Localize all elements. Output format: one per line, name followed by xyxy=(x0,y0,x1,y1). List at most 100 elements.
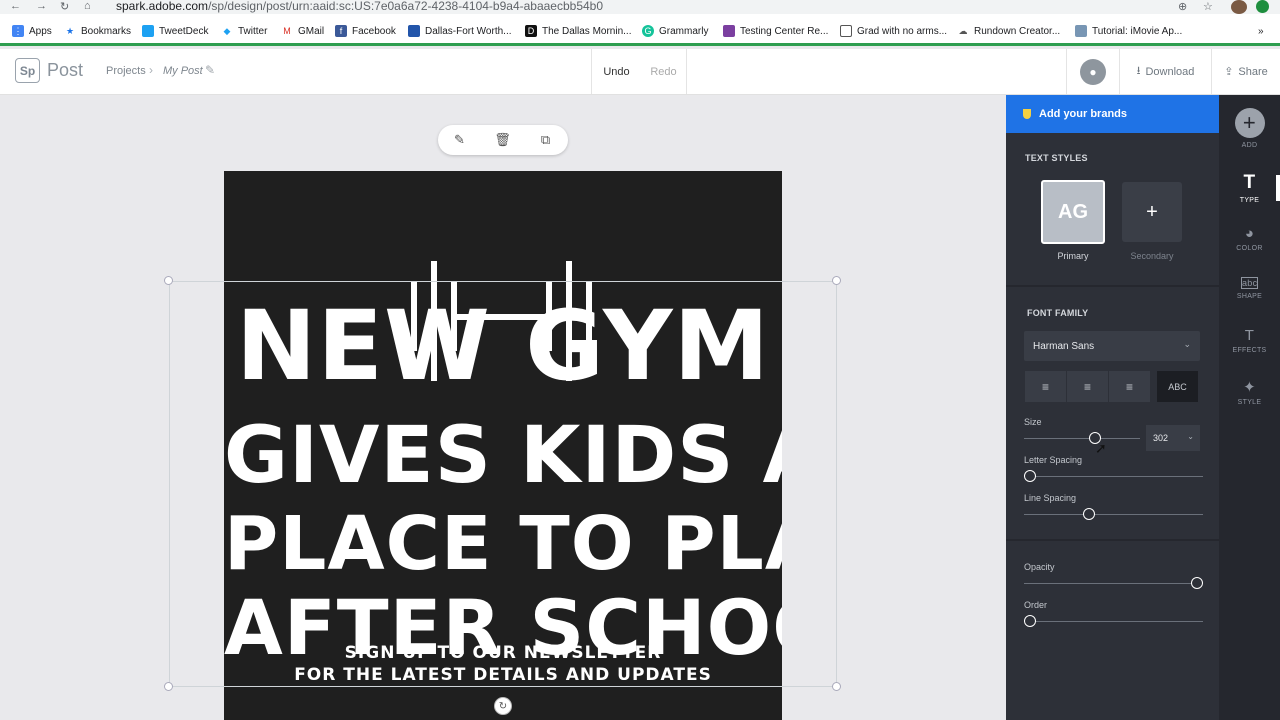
doc-icon xyxy=(1075,25,1087,37)
mouse-cursor-icon: ➚ xyxy=(1095,440,1107,456)
primary-label: Primary xyxy=(1057,251,1089,261)
order-knob[interactable] xyxy=(1024,615,1036,627)
star-icon[interactable]: ☆ xyxy=(1203,0,1213,13)
rail-color[interactable]: ◕ COLOR xyxy=(1219,225,1280,252)
share-label: Share xyxy=(1238,65,1268,78)
type-icon: T xyxy=(1243,172,1256,193)
bookmark-dallas-fort-worth[interactable]: Dallas-Fort Worth... xyxy=(408,23,512,39)
bookmark-gmail[interactable]: M GMail xyxy=(281,23,324,39)
nbc-icon xyxy=(408,25,420,37)
extension-icon[interactable] xyxy=(1256,0,1269,13)
download-button[interactable]: ⭳ Download xyxy=(1119,49,1211,94)
forward-icon[interactable]: → xyxy=(36,0,47,12)
collaborate-button[interactable]: ● xyxy=(1066,49,1119,94)
bookmark-twitter[interactable]: ◆ Twitter xyxy=(221,23,268,39)
bookmark-testing-center[interactable]: Testing Center Re... xyxy=(723,23,828,39)
trash-icon[interactable]: 🗑 xyxy=(481,125,524,155)
rail-label: STYLE xyxy=(1237,399,1262,406)
bookmark-bookmarks[interactable]: ★ Bookmarks xyxy=(64,23,131,39)
divider xyxy=(1006,285,1219,287)
rotate-icon[interactable]: ↻ xyxy=(494,697,512,715)
size-input[interactable]: 302 ⌄ xyxy=(1146,425,1200,451)
grammarly-icon: G xyxy=(642,25,654,37)
align-center-button[interactable]: ≡ xyxy=(1067,371,1108,402)
selection-box xyxy=(169,281,837,687)
palette-icon: ◕ xyxy=(1244,225,1255,242)
resize-handle-tl[interactable] xyxy=(164,276,173,285)
spark-logo[interactable]: Sp xyxy=(15,58,40,83)
add-bookmark-icon[interactable]: ⊕ xyxy=(1178,0,1187,13)
rail-shape[interactable]: abc SHAPE xyxy=(1219,277,1280,300)
letter-spacing-label: Letter Spacing xyxy=(1024,455,1083,465)
address-bar[interactable]: spark.adobe.com/sp/design/post/urn:aaid:… xyxy=(116,0,603,13)
align-right-button[interactable]: ≡ xyxy=(1109,371,1150,402)
redo-button[interactable]: Redo xyxy=(641,49,687,94)
rail-type[interactable]: T TYPE xyxy=(1219,172,1280,204)
add-brands-label: Add your brands xyxy=(1039,108,1128,120)
canvas-area: ✎ 🗑 ⧉ NEW GYM GIVES KIDS A PLACE TO PLAY… xyxy=(0,95,1006,720)
order-track[interactable] xyxy=(1024,621,1203,622)
opacity-track[interactable] xyxy=(1024,583,1203,584)
bookmark-facebook[interactable]: f Facebook xyxy=(335,23,396,39)
opacity-label: Opacity xyxy=(1024,562,1055,572)
share-button[interactable]: ⇪ Share xyxy=(1211,49,1280,94)
url-host: spark.adobe.com xyxy=(116,0,209,13)
pencil-icon[interactable]: ✎ xyxy=(205,63,215,77)
duplicate-icon[interactable]: ⧉ xyxy=(524,125,567,155)
size-value: 302 xyxy=(1153,433,1169,443)
resize-handle-br[interactable] xyxy=(832,682,841,691)
bookmark-apps[interactable]: ⋮ Apps xyxy=(12,23,52,39)
rail-style[interactable]: ✦ STYLE xyxy=(1219,378,1280,406)
page-icon xyxy=(840,25,852,37)
divider xyxy=(1006,539,1219,541)
gmail-icon: M xyxy=(283,26,291,36)
bookmark-tweetdeck[interactable]: TweetDeck xyxy=(142,23,208,39)
letter-spacing-track[interactable] xyxy=(1024,476,1203,477)
bookmark-grammarly[interactable]: G Grammarly xyxy=(642,23,708,39)
line-spacing-track[interactable] xyxy=(1024,514,1203,515)
resize-handle-tr[interactable] xyxy=(832,276,841,285)
reload-icon[interactable]: ↻ xyxy=(60,0,69,13)
magic-wand-icon: ✦ xyxy=(1243,379,1256,396)
bookmark-label: Dallas-Fort Worth... xyxy=(425,25,512,37)
justify-button[interactable]: ABC xyxy=(1157,371,1198,402)
add-brands-button[interactable]: Add your brands xyxy=(1006,95,1219,133)
line-spacing-label: Line Spacing xyxy=(1024,493,1077,503)
edit-pencil-icon[interactable]: ✎ xyxy=(438,125,481,155)
cloud-icon: ☁ xyxy=(958,25,968,36)
download-label: Download xyxy=(1145,65,1195,78)
properties-panel: Add your brands TEXT STYLES AG Primary +… xyxy=(1006,95,1219,720)
text-style-secondary[interactable]: + xyxy=(1122,182,1182,242)
size-track[interactable] xyxy=(1024,438,1140,439)
bookmark-label: Testing Center Re... xyxy=(740,25,829,37)
facebook-icon: f xyxy=(335,25,347,37)
line-spacing-knob[interactable] xyxy=(1083,508,1095,520)
bookmark-dallas-morning[interactable]: D The Dallas Mornin... xyxy=(525,23,631,39)
bookmark-rundown[interactable]: ☁ Rundown Creator... xyxy=(957,23,1061,39)
chevron-down-icon: ⌄ xyxy=(1183,339,1191,349)
rail-effects[interactable]: T EFFECTS xyxy=(1219,327,1280,354)
bookmark-label: Bookmarks xyxy=(81,25,132,37)
bookmark-tutorial[interactable]: Tutorial: iMovie Ap... xyxy=(1075,23,1182,39)
letter-spacing-knob[interactable] xyxy=(1024,470,1036,482)
resize-handle-bl[interactable] xyxy=(164,682,173,691)
align-left-button[interactable]: ≡ xyxy=(1025,371,1066,402)
rail-add[interactable]: + ADD xyxy=(1219,108,1280,149)
bookmark-label: Twitter xyxy=(238,25,268,37)
text-style-primary[interactable]: AG xyxy=(1041,180,1105,244)
breadcrumb-projects[interactable]: Projects xyxy=(106,65,146,77)
bookmark-grad[interactable]: Grad with no arms... xyxy=(840,23,947,39)
bookmark-label: Rundown Creator... xyxy=(974,25,1061,37)
bookmark-label: Grammarly xyxy=(659,25,709,37)
bookmarks-overflow[interactable]: » xyxy=(1258,23,1264,39)
home-icon[interactable]: ⌂ xyxy=(84,0,91,12)
breadcrumb-current[interactable]: My Post xyxy=(163,65,203,77)
undo-button[interactable]: Undo xyxy=(591,49,641,94)
apps-grid-icon: ⋮ xyxy=(12,25,24,37)
opacity-knob[interactable] xyxy=(1191,577,1203,589)
newspaper-icon: D xyxy=(525,25,537,37)
back-icon[interactable]: ← xyxy=(10,0,21,12)
profile-avatar[interactable] xyxy=(1231,0,1247,14)
chevron-down-icon: ⌄ xyxy=(1187,432,1194,441)
font-family-select[interactable]: Harman Sans ⌄ xyxy=(1024,331,1200,361)
